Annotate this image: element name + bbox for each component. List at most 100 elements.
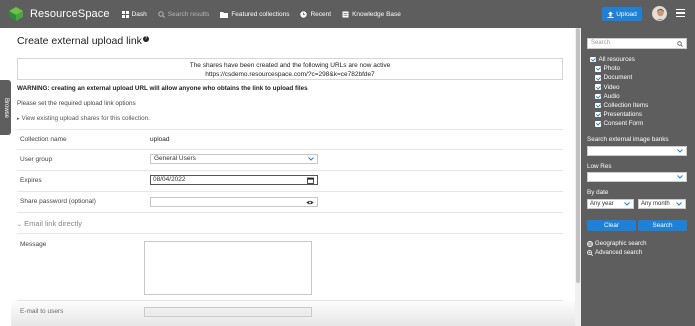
year-selected: Any year: [590, 201, 614, 207]
search-icon: [158, 10, 165, 18]
folder-icon: [220, 11, 229, 18]
checkbox-checked-icon[interactable]: [595, 121, 601, 127]
search-icon[interactable]: [677, 41, 683, 47]
user-group-row: User group General Users: [17, 149, 563, 170]
checkbox-checked-icon[interactable]: [595, 75, 601, 81]
external-banks-select[interactable]: [587, 146, 687, 156]
geographic-search-label: Geographic search: [595, 240, 647, 247]
page-title: Create external upload link?: [17, 35, 149, 47]
brand-logo[interactable]: ResourceSpace: [8, 6, 110, 22]
nav-dash-label: Dash: [131, 10, 147, 18]
main-nav: Dash Search results Featured collections…: [121, 10, 412, 18]
browse-tab[interactable]: Browse: [0, 80, 11, 135]
resource-type-label: Audio: [603, 92, 620, 100]
lowres-label: Low Res: [587, 163, 612, 170]
nav-featured-collections-label: Featured collections: [231, 10, 290, 18]
top-header: ResourceSpace Dash Search results Featur…: [0, 0, 695, 28]
sidebar-search-placeholder: Search: [591, 40, 611, 46]
checkbox-checked-icon[interactable]: [590, 56, 596, 63]
help-icon[interactable]: ?: [142, 35, 149, 42]
sidebar-search-button[interactable]: Search: [638, 220, 687, 231]
clock-icon: [300, 10, 308, 18]
nav-search-results-label: Search results: [167, 10, 210, 18]
checkbox-checked-icon[interactable]: [595, 102, 601, 109]
chevron-down-icon: ⌄: [17, 222, 23, 228]
expires-date-value: 08/04/2022: [153, 176, 186, 183]
upload-icon: [607, 11, 614, 18]
main-content: Create external upload link? The shares …: [11, 28, 575, 326]
collection-name-value: upload: [150, 136, 170, 143]
checkbox-checked-icon[interactable]: [595, 111, 601, 118]
resource-type-label: Presentations: [603, 111, 643, 119]
chevron-down-icon: [677, 149, 683, 153]
clear-button[interactable]: Clear: [587, 220, 636, 231]
nav-knowledge-base[interactable]: Knowledge Base: [342, 11, 401, 18]
user-group-selected: General Users: [154, 155, 196, 162]
resource-type-video[interactable]: Video: [595, 83, 648, 92]
nav-recent-label: Recent: [310, 10, 332, 18]
advanced-search-link[interactable]: Advanced search: [587, 249, 642, 256]
collection-name-row: Collection name upload: [17, 129, 563, 149]
globe-icon: [587, 240, 593, 247]
email-link-toggle[interactable]: ⌄ Email link directly: [17, 219, 82, 228]
expires-label: Expires: [20, 177, 42, 184]
user-avatar[interactable]: [652, 6, 667, 21]
year-select[interactable]: Any year: [587, 199, 634, 209]
email-link-toggle-label: Email link directly: [24, 219, 83, 228]
message-label: Message: [20, 241, 47, 248]
share-created-notice: The shares have been created and the fol…: [17, 58, 563, 80]
resource-type-photo[interactable]: Photo: [595, 64, 648, 73]
chevron-down-icon: [624, 202, 630, 206]
nav-dash[interactable]: Dash: [121, 10, 147, 18]
resource-type-label: Collection Items: [603, 102, 649, 110]
resource-type-label: Video: [603, 83, 620, 91]
expires-row: Expires 08/04/2022: [17, 170, 563, 191]
brand-name: ResourceSpace: [30, 8, 110, 20]
expires-date-input[interactable]: 08/04/2022: [150, 175, 318, 185]
message-textarea[interactable]: [144, 241, 312, 295]
resource-type-label: Document: [603, 74, 633, 82]
notice-message: The shares have been created and the fol…: [189, 62, 391, 69]
resource-type-collection-items[interactable]: Collection Items: [595, 101, 648, 110]
email-users-label: E-mail to users: [20, 308, 64, 315]
divider: [17, 233, 563, 234]
resource-type-document[interactable]: Document: [595, 73, 648, 82]
advanced-search-label: Advanced search: [595, 249, 643, 256]
month-select[interactable]: Any month: [638, 199, 686, 209]
view-existing-shares-label: View existing upload shares for this col…: [21, 115, 150, 122]
chevron-down-icon: [308, 157, 314, 161]
resource-type-audio[interactable]: Audio: [595, 92, 648, 101]
checkbox-checked-icon[interactable]: [595, 84, 601, 90]
scrollbar-thumb[interactable]: [576, 28, 580, 283]
resource-type-consent-form[interactable]: Consent Form: [595, 119, 648, 128]
search-plus-icon: [587, 249, 593, 256]
resource-type-all[interactable]: All resources: [590, 55, 648, 64]
nav-recent[interactable]: Recent: [300, 11, 331, 18]
share-password-row: Share password (optional): [17, 191, 563, 212]
chevron-down-icon: [676, 202, 682, 206]
nav-search-results[interactable]: Search results: [158, 10, 210, 18]
checkbox-checked-icon[interactable]: [595, 66, 601, 72]
dash-grid-icon: [121, 10, 129, 18]
caret-right-icon: ▸: [17, 116, 20, 122]
email-users-input[interactable]: [144, 307, 312, 317]
view-existing-shares-link[interactable]: ▸ View existing upload shares for this co…: [17, 115, 150, 122]
bydate-label: By date: [587, 189, 609, 196]
eye-icon[interactable]: [306, 200, 314, 205]
share-password-input[interactable]: [150, 197, 318, 207]
resource-type-label: Photo: [603, 65, 620, 73]
nav-featured-collections[interactable]: Featured collections: [220, 11, 289, 18]
chevron-down-icon: [677, 175, 683, 179]
upload-button-label: Upload: [616, 10, 637, 18]
share-url[interactable]: https://csdemo.resourcespace.com/?c=298&…: [18, 70, 562, 79]
user-group-select[interactable]: General Users: [150, 154, 318, 164]
resource-type-presentations[interactable]: Presentations: [595, 110, 648, 119]
geographic-search-link[interactable]: Geographic search: [587, 240, 647, 247]
upload-button[interactable]: Upload: [602, 7, 642, 21]
sidebar-search-input[interactable]: Search: [587, 38, 687, 49]
calendar-icon[interactable]: [307, 177, 314, 184]
menu-hamburger-icon[interactable]: [676, 9, 685, 18]
search-sidebar: Search All resources Photo Document Vide…: [581, 28, 695, 326]
checkbox-checked-icon[interactable]: [595, 93, 601, 100]
lowres-select[interactable]: [587, 172, 687, 182]
